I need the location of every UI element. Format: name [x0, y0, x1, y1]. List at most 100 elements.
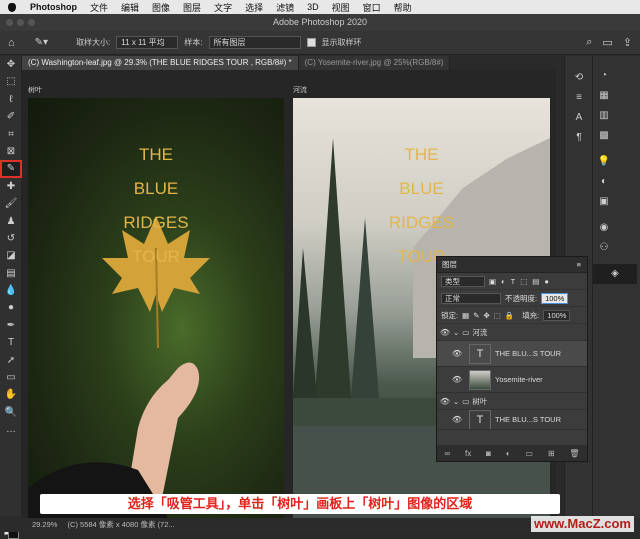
- layer-row[interactable]: 👁 T THE BLU...S TOUR: [437, 341, 587, 367]
- eraser-tool-icon[interactable]: ◪: [0, 247, 22, 264]
- opacity-field[interactable]: 100%: [541, 292, 569, 304]
- menu-image[interactable]: 图像: [152, 1, 170, 14]
- patterns-panel-icon[interactable]: ▩: [593, 126, 615, 146]
- layer-group-river[interactable]: 👁 ⌄ ▭ 河流: [437, 324, 587, 341]
- eyedropper-tool-preset-icon[interactable]: ✎▾: [35, 37, 48, 48]
- overlay-text-ridges[interactable]: RIDGES: [28, 206, 284, 240]
- pen-tool-icon[interactable]: ✒: [0, 317, 22, 334]
- eye-icon[interactable]: 👁: [437, 397, 453, 406]
- eyedropper-tool-icon[interactable]: ✎: [0, 160, 22, 178]
- gradients-panel-icon[interactable]: ▥: [593, 106, 615, 126]
- mask-icon[interactable]: ◙: [486, 449, 491, 458]
- new-group-icon[interactable]: ▭: [525, 449, 533, 458]
- overlay-text-blue-river[interactable]: BLUE: [293, 172, 550, 206]
- artboard-label-river[interactable]: 河流: [293, 85, 307, 95]
- eye-icon[interactable]: 👁: [449, 349, 465, 358]
- overlay-text-blue[interactable]: BLUE: [28, 172, 284, 206]
- quick-select-tool-icon[interactable]: ✐: [0, 108, 22, 125]
- history-panel-icon[interactable]: ⟲: [565, 68, 593, 88]
- layers-panel-title[interactable]: 图层: [442, 260, 457, 269]
- frame-tool-icon[interactable]: ⊠: [0, 143, 22, 160]
- home-icon[interactable]: ⌂: [8, 37, 15, 49]
- menu-window[interactable]: 窗口: [363, 1, 381, 14]
- sample-size-select[interactable]: 11 x 11 平均: [116, 36, 179, 49]
- chevron-down-icon[interactable]: ⌄: [453, 328, 459, 337]
- zoom-dot[interactable]: [28, 19, 35, 26]
- dodge-tool-icon[interactable]: ●: [0, 299, 22, 316]
- swatches-panel-icon[interactable]: ▦: [593, 86, 615, 106]
- overlay-text-the-river[interactable]: THE: [293, 138, 550, 172]
- layer-row[interactable]: 👁 T THE BLU...S TOUR: [437, 410, 587, 430]
- learn-panel-icon[interactable]: 💡: [593, 152, 615, 172]
- marquee-tool-icon[interactable]: ⬚: [0, 73, 22, 90]
- artboard-leaf[interactable]: THE BLUE RIDGES TOUR: [28, 98, 284, 518]
- hand-tool-icon[interactable]: ✋: [0, 386, 22, 403]
- menu-3d[interactable]: 3D: [307, 2, 319, 12]
- lasso-tool-icon[interactable]: ℓ: [0, 91, 22, 108]
- minimize-dot[interactable]: [17, 19, 24, 26]
- paragraph-panel-icon[interactable]: ¶: [565, 128, 593, 148]
- overlay-text-the[interactable]: THE: [28, 138, 284, 172]
- type-tool-icon[interactable]: T: [0, 334, 22, 351]
- link-icon[interactable]: ∞: [444, 449, 450, 458]
- channels-panel-icon[interactable]: ◉: [593, 218, 615, 238]
- adjustment-icon[interactable]: ◐: [506, 449, 511, 458]
- move-tool-icon[interactable]: ✥: [0, 56, 22, 73]
- menu-view[interactable]: 视图: [332, 1, 350, 14]
- shape-tool-icon[interactable]: ▭: [0, 369, 22, 386]
- document-info[interactable]: (C) 5584 像素 x 4080 像素 (72...: [68, 520, 175, 529]
- path-select-tool-icon[interactable]: ➚: [0, 352, 22, 369]
- filter-icons[interactable]: ▣◐T⬚▤●: [489, 277, 554, 286]
- lock-icons[interactable]: ▦✎✥⬚🔒: [462, 311, 518, 320]
- tab-yosemite-river[interactable]: (C) Yosemite-river.jpg @ 25%(RGB/8#): [298, 56, 451, 70]
- brush-tool-icon[interactable]: 🖌: [0, 195, 22, 212]
- search-icon[interactable]: ⌕: [586, 36, 592, 49]
- eye-icon[interactable]: 👁: [437, 328, 453, 337]
- close-dot[interactable]: [6, 19, 13, 26]
- menu-layer[interactable]: 图层: [183, 1, 201, 14]
- paths-panel-icon[interactable]: ⚇: [593, 238, 615, 258]
- zoom-tool-icon[interactable]: 🔍: [0, 404, 22, 421]
- new-layer-icon[interactable]: ⊞: [548, 449, 555, 458]
- history-brush-tool-icon[interactable]: ↺: [0, 230, 22, 247]
- adjustments-panel-icon[interactable]: ◐: [593, 172, 615, 192]
- character-panel-icon[interactable]: A: [565, 108, 593, 128]
- tab-washington-leaf[interactable]: (C) Washington-leaf.jpg @ 29.3% (THE BLU…: [22, 56, 299, 70]
- gradient-tool-icon[interactable]: ▤: [0, 265, 22, 282]
- menu-app-name[interactable]: Photoshop: [30, 2, 77, 12]
- overlay-text-tour[interactable]: TOUR: [28, 240, 284, 274]
- clone-stamp-tool-icon[interactable]: ♟: [0, 213, 22, 230]
- layers-panel-icon[interactable]: ◈: [593, 264, 637, 284]
- layer-row[interactable]: 👁 Yosemite-river: [437, 367, 587, 393]
- menu-select[interactable]: 选择: [245, 1, 263, 14]
- layer-filter-select[interactable]: 类型: [441, 275, 485, 287]
- share-icon[interactable]: ⇪: [623, 36, 632, 49]
- workspace-icon[interactable]: ▭: [602, 36, 612, 49]
- blend-mode-select[interactable]: 正常: [441, 292, 501, 304]
- delete-icon[interactable]: 🗑: [569, 449, 579, 458]
- menu-help[interactable]: 帮助: [394, 1, 412, 14]
- menu-filter[interactable]: 滤镜: [276, 1, 294, 14]
- fill-field[interactable]: 100%: [543, 309, 571, 321]
- menu-file[interactable]: 文件: [90, 1, 108, 14]
- artboard-label-leaf[interactable]: 树叶: [28, 85, 42, 95]
- fx-icon[interactable]: fx: [465, 449, 471, 458]
- zoom-level[interactable]: 29.29%: [32, 520, 57, 529]
- eye-icon[interactable]: 👁: [449, 375, 465, 384]
- more-tools-icon[interactable]: …: [0, 421, 22, 438]
- eye-icon[interactable]: 👁: [449, 415, 465, 424]
- menu-edit[interactable]: 编辑: [121, 1, 139, 14]
- libraries-panel-icon[interactable]: ▣: [593, 192, 615, 212]
- sample-select[interactable]: 所有图层: [208, 36, 301, 49]
- properties-panel-icon[interactable]: ≡: [565, 88, 593, 108]
- crop-tool-icon[interactable]: ⌗: [0, 126, 22, 143]
- healing-brush-tool-icon[interactable]: ✚: [0, 178, 22, 195]
- show-sampling-ring-checkbox[interactable]: [306, 38, 316, 47]
- chevron-down-icon[interactable]: ⌄: [453, 397, 459, 406]
- overlay-text-ridges-river[interactable]: RIDGES: [293, 206, 550, 240]
- panel-menu-icon[interactable]: ≡: [577, 257, 581, 273]
- color-panel-icon[interactable]: ◔: [593, 66, 615, 86]
- apple-icon[interactable]: [8, 2, 16, 12]
- blur-tool-icon[interactable]: 💧: [0, 282, 22, 299]
- menu-type[interactable]: 文字: [214, 1, 232, 14]
